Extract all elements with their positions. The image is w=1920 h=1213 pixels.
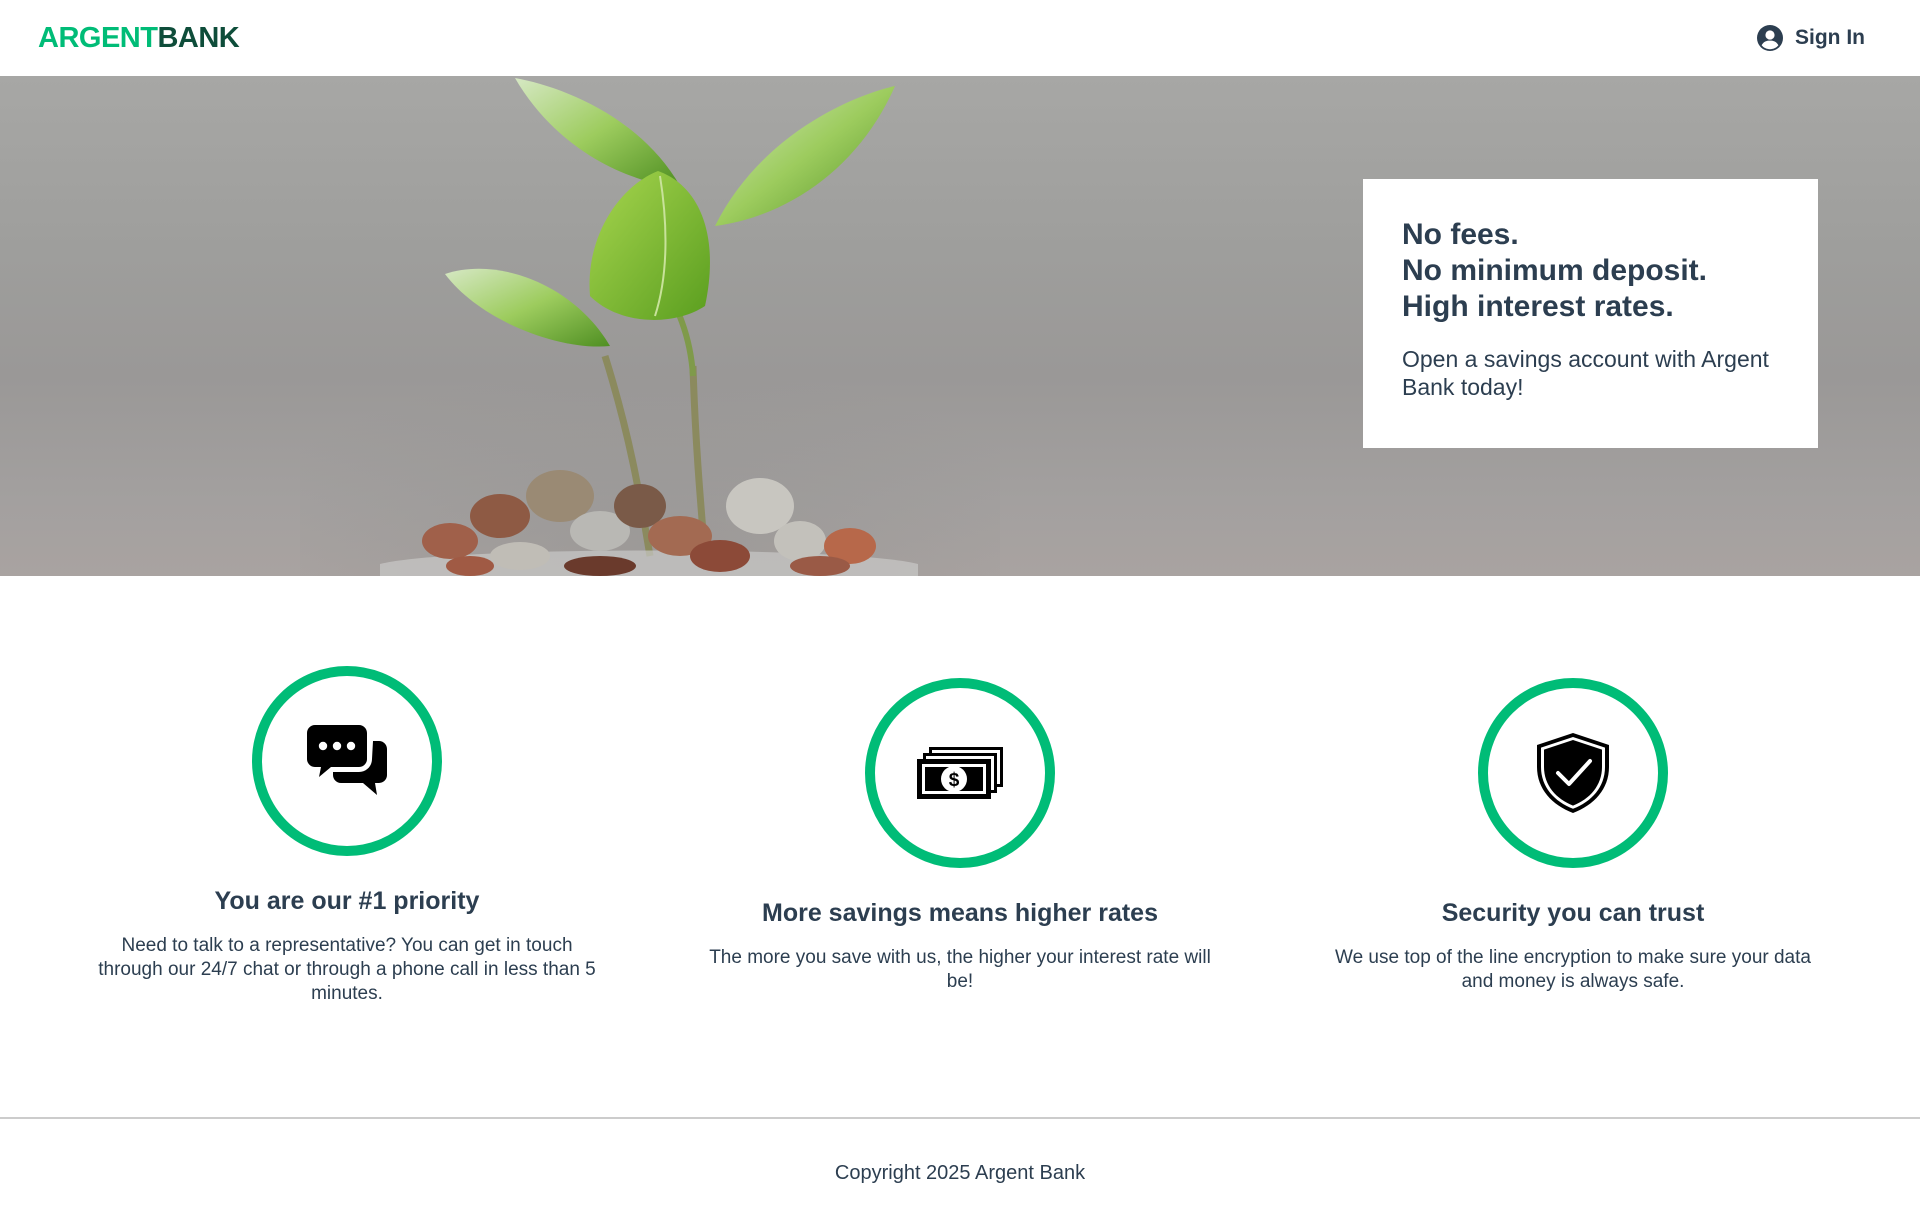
feature-text: We use top of the line encryption to mak… [1335,947,1811,992]
sign-in-link[interactable]: Sign In [1757,24,1865,52]
logo-text-argent: ARGENT [38,22,158,54]
money-icon: $ [917,747,1003,799]
security-icon [1537,733,1609,813]
hero-promo-card: No fees. No minimum deposit. High intere… [1363,179,1818,448]
feature-item-savings: $ More savings means higher rates The mo… [695,678,1225,994]
features-section: You are our #1 priority Need to talk to … [0,576,1920,1118]
logo-text-bank: BANK [157,22,240,54]
hero-banner: No fees. No minimum deposit. High intere… [0,76,1920,576]
svg-text:$: $ [949,770,960,791]
feature-icon-circle: $ [865,678,1055,868]
feature-item-priority: You are our #1 priority Need to talk to … [82,666,612,1006]
feature-text: Need to talk to a representative? You ca… [98,935,596,1004]
feature-icon-circle [1478,678,1668,868]
hero-subtitle: No fees. [1402,218,1519,251]
feature-title: You are our #1 priority [214,887,480,915]
user-circle-icon [1757,25,1783,51]
feature-title: More savings means higher rates [762,899,1158,927]
chat-icon [307,725,387,795]
feature-item-security: Security you can trust We use top of the… [1308,678,1838,994]
hero-subtitle: High interest rates. [1402,290,1674,323]
feature-title: Security you can trust [1441,899,1705,927]
footer: Copyright 2025 Argent Bank [0,1117,1920,1213]
copyright-text: Copyright 2025 Argent Bank [834,1162,1086,1184]
hero-text: Open a savings account with Argent Bank … [1402,346,1769,400]
main-nav: ARGENT BANK Sign In [0,0,1920,76]
argent-bank-logo[interactable]: ARGENT BANK [38,18,240,56]
hero-subtitle: No minimum deposit. [1402,254,1708,287]
feature-text: The more you save with us, the higher yo… [709,947,1211,992]
sign-in-label: Sign In [1795,26,1865,49]
feature-icon-circle [252,666,442,856]
